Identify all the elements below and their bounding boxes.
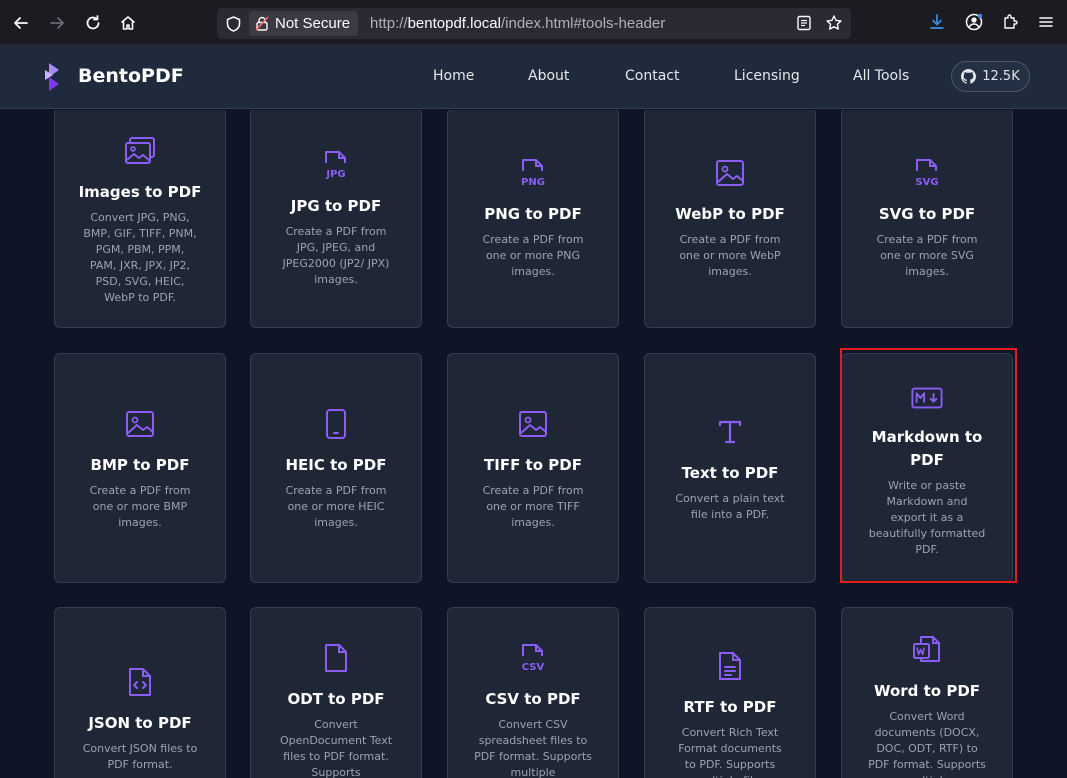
tracking-shield-icon[interactable] [225, 15, 241, 32]
tool-description: Convert a plain text file into a PDF. [675, 492, 785, 521]
text-file-icon [714, 650, 746, 682]
csv-badge: CSV [522, 662, 545, 673]
tool-description: Convert Rich Text Format documents to PD… [678, 726, 782, 778]
png-badge: PNG [521, 177, 545, 188]
tools-grid: Images to PDF Convert JPG, PNG, BMP, GIF… [0, 110, 1067, 778]
tool-title: BMP to PDF [90, 456, 190, 474]
tool-card-markdown-to-pdf[interactable]: Markdown to PDF Write or paste Markdown … [841, 353, 1013, 583]
tool-description: Convert JSON files to PDF format. [82, 742, 198, 771]
tool-title: Images to PDF [78, 183, 202, 201]
svg-badge: SVG [915, 177, 938, 188]
github-stars-button[interactable]: 12.5K [951, 61, 1030, 92]
tool-card-svg-to-pdf[interactable]: SVG SVG to PDF Create a PDF from one or … [841, 110, 1013, 328]
extensions-icon[interactable] [998, 10, 1022, 34]
tool-card-odt-to-pdf[interactable]: ODT to PDF Convert OpenDocument Text fil… [250, 607, 422, 778]
tool-title: ODT to PDF [287, 690, 385, 708]
tool-title: WebP to PDF [675, 205, 785, 223]
tool-card-tiff-to-pdf[interactable]: TIFF to PDF Create a PDF from one or mor… [447, 353, 619, 583]
reader-view-icon[interactable] [795, 14, 813, 36]
tool-title: Word to PDF [873, 682, 981, 700]
tool-title: TIFF to PDF [484, 456, 582, 474]
jpg-badge: JPG [325, 169, 345, 180]
images-icon [124, 135, 156, 167]
browser-toolbar: Not Secure http://bentopdf.local/index.h… [0, 0, 1067, 45]
tool-description: Create a PDF from one or more BMP images… [89, 484, 191, 529]
bookmark-star-icon[interactable] [825, 14, 843, 36]
tool-card-images-to-pdf[interactable]: Images to PDF Convert JPG, PNG, BMP, GIF… [54, 110, 226, 328]
not-secure-label: Not Secure [275, 15, 351, 32]
tool-description: Create a PDF from one or more WebP image… [679, 233, 781, 278]
tool-card-bmp-to-pdf[interactable]: BMP to PDF Create a PDF from one or more… [54, 353, 226, 583]
nav-about-link[interactable]: About [528, 68, 569, 84]
tool-description: Create a PDF from one or more PNG images… [482, 233, 584, 278]
tool-card-csv-to-pdf[interactable]: CSV CSV to PDF Convert CSV spreadsheet f… [447, 607, 619, 778]
tool-card-word-to-pdf[interactable]: Word to PDF Convert Word documents (DOCX… [841, 607, 1013, 778]
menu-hamburger-icon[interactable] [1034, 10, 1058, 34]
tool-description: Create a PDF from one or more TIFF image… [482, 484, 584, 529]
tool-card-rtf-to-pdf[interactable]: RTF to PDF Convert Rich Text Format docu… [644, 607, 816, 778]
tool-description: Convert OpenDocument Text files to PDF f… [279, 718, 393, 778]
nav-all-tools-link[interactable]: All Tools [853, 68, 909, 84]
tool-title: Markdown to PDF [871, 428, 983, 469]
tool-title: RTF to PDF [683, 698, 777, 716]
tool-description: Create a PDF from JPG, JPEG, and JPEG200… [282, 225, 390, 286]
png-file-icon: PNG [517, 157, 549, 189]
tool-title: SVG to PDF [878, 205, 976, 223]
tool-card-jpg-to-pdf[interactable]: JPG JPG to PDF Create a PDF from JPG, JP… [250, 110, 422, 328]
word-file-icon [911, 634, 943, 666]
home-icon[interactable] [115, 10, 141, 36]
nav-home-link[interactable]: Home [433, 68, 474, 84]
jpg-file-icon: JPG [320, 149, 352, 181]
tool-card-text-to-pdf[interactable]: Text to PDF Convert a plain text file in… [644, 353, 816, 583]
smartphone-icon [320, 408, 352, 440]
not-secure-indicator[interactable]: Not Secure [249, 11, 359, 36]
tool-card-png-to-pdf[interactable]: PNG PNG to PDF Create a PDF from one or … [447, 110, 619, 328]
tool-card-webp-to-pdf[interactable]: WebP to PDF Create a PDF from one or mor… [644, 110, 816, 328]
account-icon[interactable] [962, 10, 986, 34]
url-text[interactable]: http://bentopdf.local/index.html#tools-h… [370, 15, 665, 32]
tool-title: HEIC to PDF [285, 456, 387, 474]
svg-file-icon: SVG [911, 157, 943, 189]
brand-name[interactable]: BentoPDF [78, 65, 184, 87]
tool-description: Convert CSV spreadsheet files to PDF for… [474, 718, 592, 778]
url-bar[interactable]: Not Secure http://bentopdf.local/index.h… [217, 8, 851, 39]
bentopdf-logo-icon[interactable] [43, 61, 65, 93]
nav-licensing-link[interactable]: Licensing [734, 68, 800, 84]
image-icon [124, 408, 156, 440]
github-icon [961, 69, 977, 84]
csv-file-icon: CSV [517, 642, 549, 674]
tool-description: Create a PDF from one or more HEIC image… [285, 484, 387, 529]
tool-description: Convert JPG, PNG, BMP, GIF, TIFF, PNM, P… [83, 211, 197, 304]
tool-card-heic-to-pdf[interactable]: HEIC to PDF Create a PDF from one or mor… [250, 353, 422, 583]
reload-icon[interactable] [80, 10, 106, 36]
tool-description: Write or paste Markdown and export it as… [868, 479, 986, 556]
downloads-icon[interactable] [925, 10, 949, 34]
tool-title: CSV to PDF [485, 690, 581, 708]
back-icon[interactable] [8, 10, 34, 36]
insecure-lock-icon [255, 16, 269, 31]
forward-icon[interactable] [44, 10, 70, 36]
nav-contact-link[interactable]: Contact [625, 68, 679, 84]
tool-description: Convert Word documents (DOCX, DOC, ODT, … [868, 710, 986, 778]
github-stars-count: 12.5K [982, 69, 1020, 84]
type-icon [714, 416, 746, 448]
code-file-icon [124, 666, 156, 698]
markdown-icon [911, 382, 943, 414]
tool-title: PNG to PDF [484, 205, 582, 223]
tool-title: Text to PDF [681, 464, 779, 482]
tool-title: JPG to PDF [290, 197, 382, 215]
site-header: BentoPDF Home About Contact Licensing Al… [0, 45, 1067, 109]
tool-description: Create a PDF from one or more SVG images… [876, 233, 978, 278]
tool-title: JSON to PDF [88, 714, 192, 732]
file-icon [320, 642, 352, 674]
tool-card-json-to-pdf[interactable]: JSON to PDF Convert JSON files to PDF fo… [54, 607, 226, 778]
image-icon [714, 157, 746, 189]
image-icon [517, 408, 549, 440]
